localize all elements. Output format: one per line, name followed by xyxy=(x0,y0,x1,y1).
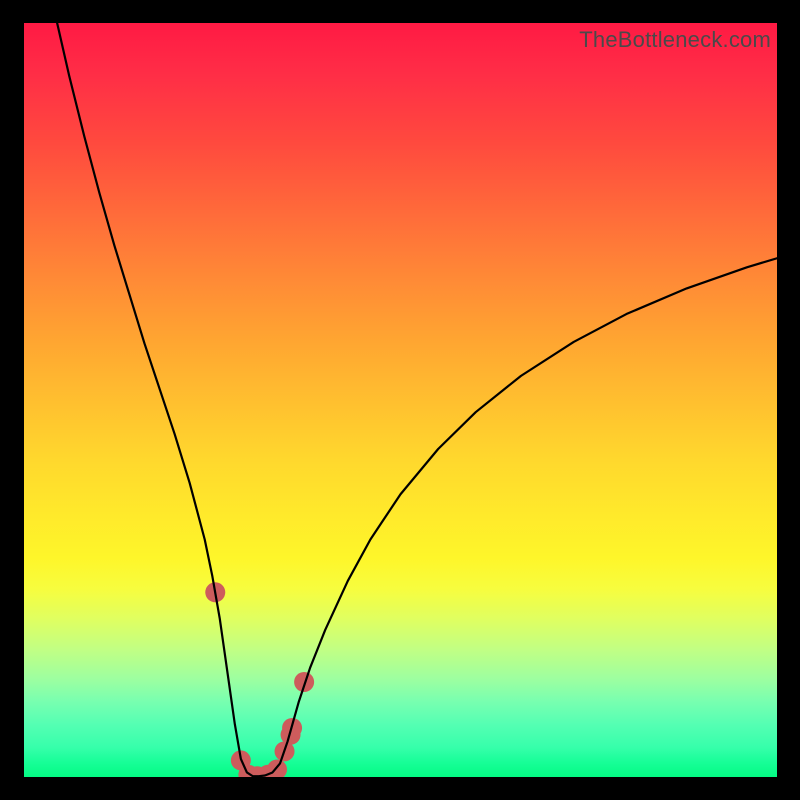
chart-svg xyxy=(24,23,777,777)
chart-frame: TheBottleneck.com xyxy=(0,0,800,800)
marker-group xyxy=(205,582,314,777)
watermark-text: TheBottleneck.com xyxy=(579,27,771,53)
bottleneck-curve xyxy=(57,23,777,776)
plot-area: TheBottleneck.com xyxy=(24,23,777,777)
